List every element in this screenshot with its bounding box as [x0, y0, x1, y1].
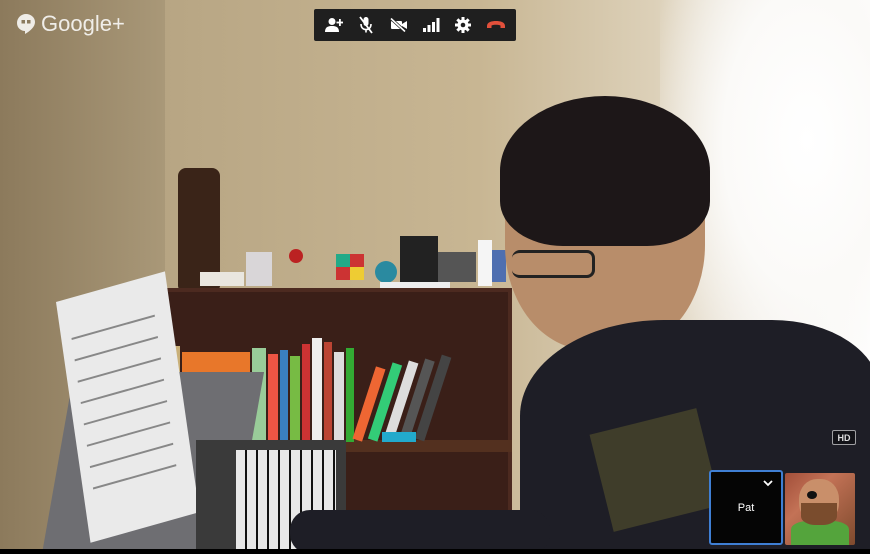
hangouts-icon	[17, 14, 35, 34]
hangout-window: Google+ HD Pat	[0, 0, 870, 554]
bandwidth-button[interactable]	[416, 10, 446, 40]
call-toolbar	[314, 9, 516, 41]
participant-name: Pat	[737, 502, 755, 514]
person-arm	[290, 510, 550, 554]
participant-eyepatch	[807, 491, 817, 499]
turn-off-camera-button[interactable]	[384, 10, 414, 40]
participant-tile-other[interactable]	[785, 473, 855, 545]
signal-bars-icon	[422, 18, 440, 32]
person-glasses	[512, 250, 595, 278]
camera-off-icon	[389, 18, 407, 32]
add-person-icon	[325, 18, 344, 32]
hang-up-button[interactable]	[481, 10, 511, 40]
brand-logo: Google+	[17, 11, 125, 37]
hd-badge: HD	[832, 430, 856, 445]
participant-tile-self[interactable]: Pat	[709, 470, 783, 545]
mic-muted-icon	[359, 16, 374, 34]
person-hair	[500, 96, 710, 246]
bottom-bar	[0, 549, 870, 554]
gear-icon	[455, 17, 472, 33]
chevron-down-icon[interactable]	[763, 478, 773, 488]
invite-people-button[interactable]	[319, 10, 349, 40]
hang-up-icon	[486, 21, 505, 28]
shelf-top-items	[200, 236, 506, 288]
settings-button[interactable]	[448, 10, 478, 40]
mute-microphone-button[interactable]	[351, 10, 381, 40]
brand-text: Google+	[41, 11, 125, 36]
participant-beard	[801, 503, 837, 525]
